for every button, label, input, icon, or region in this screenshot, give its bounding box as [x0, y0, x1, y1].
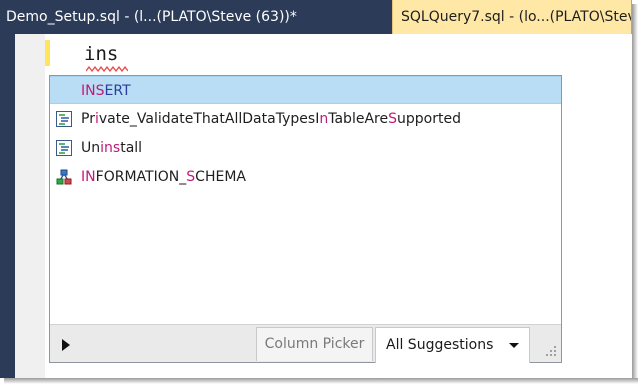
- image-shadow-right: [632, 4, 638, 384]
- autocomplete-footer: Column Picker All Suggestions: [50, 324, 561, 363]
- column-picker-tab[interactable]: Column Picker: [256, 327, 373, 361]
- tab-label: Demo_Setup.sql - (l...(PLATO\Steve (63))…: [6, 9, 297, 25]
- suggestion-private-validate[interactable]: Private_ValidateThatAllDataTypesInTableA…: [50, 105, 561, 133]
- chevron-down-icon[interactable]: [509, 343, 519, 348]
- tab-sqlquery7[interactable]: SQLQuery7.sql - (lo...(PLATO\Steve (62: [392, 0, 632, 34]
- resize-grip-icon[interactable]: [543, 344, 557, 358]
- editor-gutter: [15, 34, 45, 378]
- suggestion-label: Uninstall: [81, 140, 143, 156]
- autocomplete-popup: INSERT Private_ValidateThatAllDataTypesI…: [49, 75, 562, 363]
- suggestion-label: INSERT: [81, 83, 131, 99]
- tab-label: SQLQuery7.sql - (lo...(PLATO\Steve (62: [401, 9, 632, 25]
- spelling-squiggle: [86, 66, 128, 72]
- ssms-window: Demo_Setup.sql - (l...(PLATO\Steve (63))…: [0, 0, 632, 378]
- change-indicator-bar: [45, 40, 50, 66]
- suggestion-information-schema[interactable]: INFORMATION_SCHEMA: [50, 163, 561, 191]
- suggestion-uninstall[interactable]: Uninstall: [50, 134, 561, 162]
- image-shadow-bottom: [4, 378, 638, 384]
- column-picker-label: Column Picker: [264, 336, 365, 352]
- editor-frame: [0, 34, 15, 378]
- all-suggestions-dropdown[interactable]: All Suggestions: [375, 327, 530, 363]
- all-suggestions-label: All Suggestions: [386, 337, 494, 353]
- suggestion-label: Private_ValidateThatAllDataTypesInTableA…: [81, 111, 462, 127]
- play-icon[interactable]: [62, 339, 70, 351]
- tab-demo-setup[interactable]: Demo_Setup.sql - (l...(PLATO\Steve (63))…: [0, 0, 388, 34]
- code-line[interactable]: ins: [84, 42, 118, 66]
- suggestion-label: INFORMATION_SCHEMA: [81, 169, 246, 185]
- stored-procedure-icon: [56, 140, 72, 156]
- suggestion-insert[interactable]: INSERT: [50, 76, 561, 104]
- schema-icon: [56, 169, 72, 185]
- stored-procedure-icon: [56, 111, 72, 127]
